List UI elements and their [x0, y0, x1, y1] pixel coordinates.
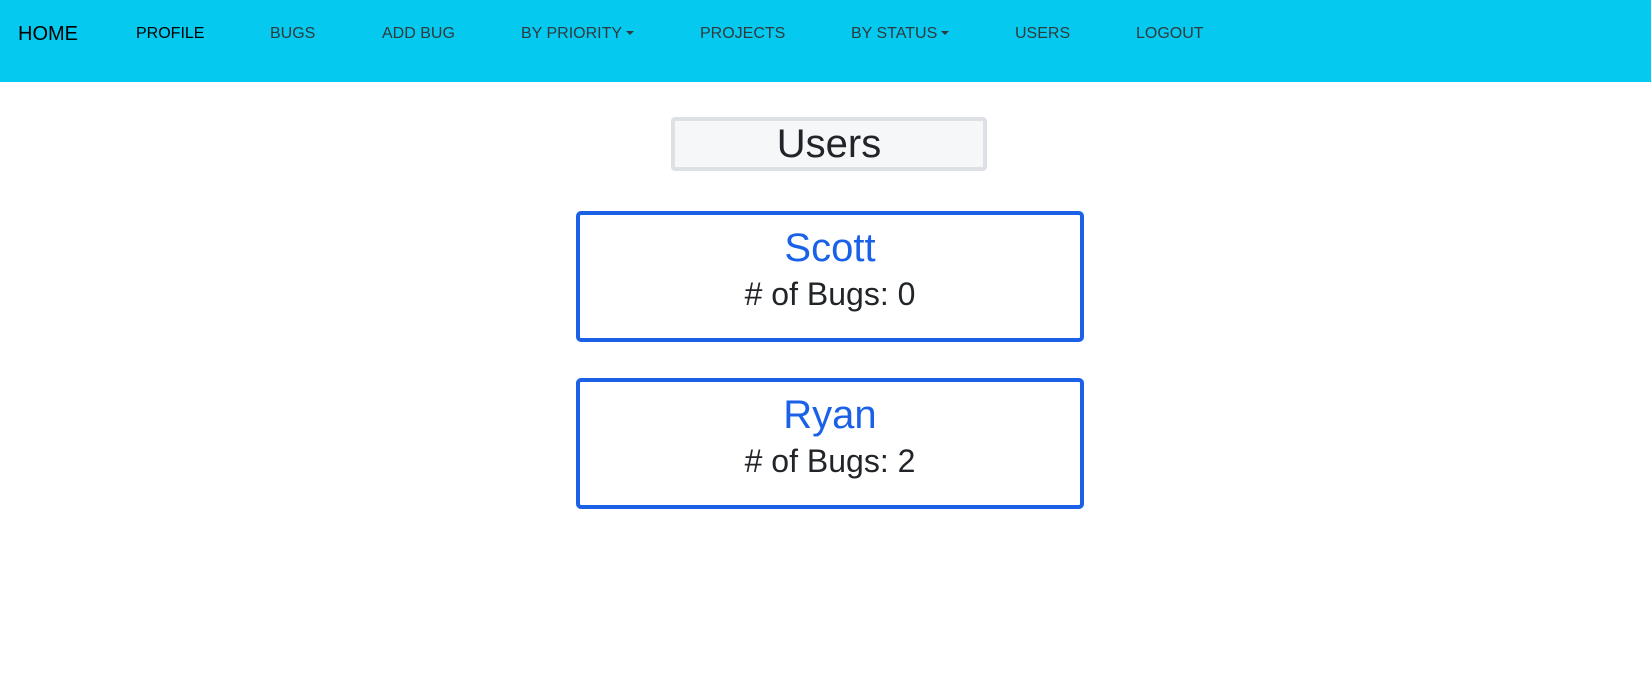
user-card: Scott # of Bugs: 0 [576, 211, 1084, 342]
user-name-link[interactable]: Scott [580, 225, 1080, 271]
user-name-link[interactable]: Ryan [580, 392, 1080, 438]
nav-by-status-dropdown[interactable]: BY STATUS [851, 24, 950, 44]
nav-bugs-link[interactable]: BUGS [270, 24, 315, 44]
caret-down-icon [626, 31, 635, 35]
nav-add-bug-link[interactable]: ADD BUG [382, 24, 455, 44]
nav-users-link[interactable]: USERS [1015, 24, 1070, 44]
nav-profile-link[interactable]: PROFILE [136, 24, 204, 44]
user-bug-count: # of Bugs: 2 [744, 443, 916, 479]
nav-by-priority-label: BY PRIORITY [521, 25, 623, 42]
page-title: Users [671, 117, 987, 171]
user-bug-count: # of Bugs: 0 [744, 276, 916, 312]
nav-home-link[interactable]: HOME [18, 22, 78, 46]
user-card: Ryan # of Bugs: 2 [576, 378, 1084, 509]
nav-by-priority-dropdown[interactable]: BY PRIORITY [521, 24, 635, 44]
nav-by-status-label: BY STATUS [851, 25, 938, 42]
nav-projects-link[interactable]: PROJECTS [700, 24, 785, 44]
navbar: HOME PROFILE BUGS ADD BUG BY PRIORITY PR… [0, 0, 1651, 82]
caret-down-icon [941, 31, 950, 35]
nav-logout-link[interactable]: LOGOUT [1136, 24, 1204, 44]
